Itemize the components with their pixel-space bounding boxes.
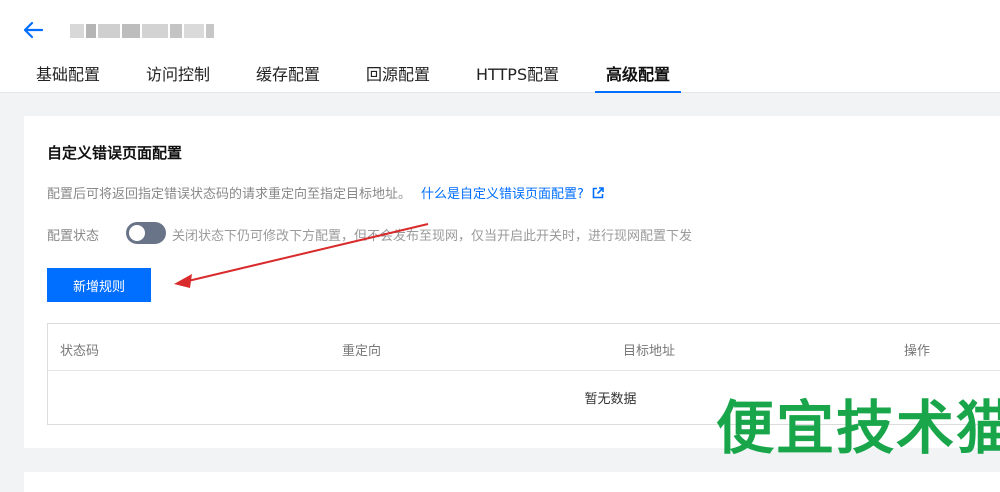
switch-hint: 关闭状态下仍可修改下方配置，但不会发布至现网，仅当开启此开关时，进行现网配置下发 <box>172 229 693 244</box>
section-description: 配置后可将返回指定错误状态码的请求重定向至指定目标地址。 什么是自定义错误页面配置… <box>47 183 604 202</box>
help-link[interactable]: 什么是自定义错误页面配置? <box>421 187 584 202</box>
tab-origin[interactable]: 回源配置 <box>366 60 430 93</box>
next-card <box>24 472 1000 492</box>
add-rule-button[interactable]: 新增规则 <box>47 268 151 302</box>
section-title: 自定义错误页面配置 <box>47 144 183 162</box>
tab-bar: 基础配置 访问控制 缓存配置 回源配置 HTTPS配置 高级配置 <box>0 60 1000 93</box>
tab-cache[interactable]: 缓存配置 <box>256 60 320 93</box>
tab-https[interactable]: HTTPS配置 <box>476 60 559 93</box>
config-status-switch[interactable] <box>126 222 166 244</box>
blurred-domain-title <box>70 24 214 40</box>
watermark-logo: 便宜技术猫 <box>716 394 1000 462</box>
description-text: 配置后可将返回指定错误状态码的请求重定向至指定目标地址。 <box>47 187 412 202</box>
top-bar: 基础配置 访问控制 缓存配置 回源配置 HTTPS配置 高级配置 <box>0 0 1000 93</box>
external-link-icon[interactable] <box>592 187 604 199</box>
tab-advanced[interactable]: 高级配置 <box>595 60 682 93</box>
back-arrow-icon[interactable] <box>22 19 44 41</box>
status-label: 配置状态 <box>47 229 100 244</box>
tab-access-control[interactable]: 访问控制 <box>146 60 210 93</box>
switch-knob <box>129 225 145 241</box>
tab-basic[interactable]: 基础配置 <box>36 60 100 93</box>
